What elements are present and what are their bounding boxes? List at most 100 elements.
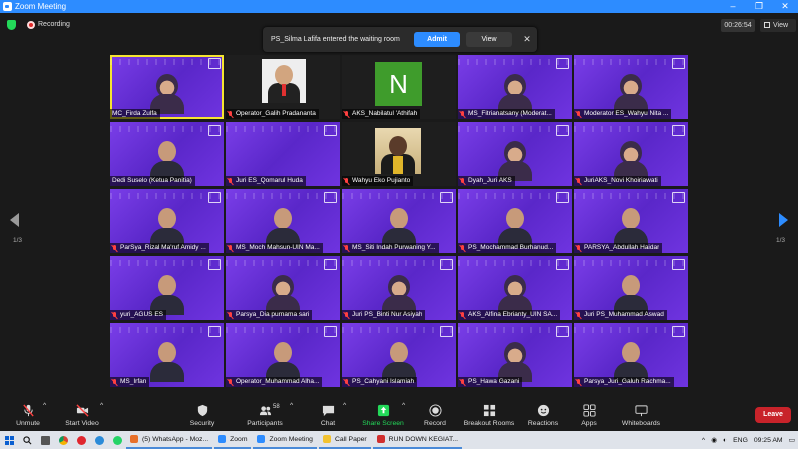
participant-tile[interactable]: PS_Cahyani Islamiah xyxy=(342,323,456,387)
participant-tile[interactable]: Parsya_Juri_Galuh Rachma... xyxy=(574,323,688,387)
edge-icon xyxy=(94,435,104,445)
reactions-button[interactable]: Reactions xyxy=(526,402,560,430)
participant-tile[interactable]: Dyah_Juri AKS xyxy=(458,122,572,186)
participant-tile[interactable]: PARSYA_Abdullah Haidar xyxy=(574,189,688,253)
participant-video-feed xyxy=(496,204,534,248)
avatar-initial: N xyxy=(375,62,422,106)
chat-options-caret[interactable]: ^ xyxy=(343,402,346,430)
start-video-button[interactable]: Start Video xyxy=(60,402,104,430)
chrome-taskbar-icon[interactable] xyxy=(54,431,72,449)
close-window-button[interactable]: ✕ xyxy=(772,0,798,13)
participant-name: JuriAKS_Novi Khoiriawati xyxy=(584,177,658,184)
security-button[interactable]: Security xyxy=(183,402,221,430)
record-button[interactable]: Record xyxy=(421,402,449,430)
minimize-button[interactable]: – xyxy=(720,0,746,13)
participant-tile[interactable]: Operator_Muhammad Alha... xyxy=(226,323,340,387)
taskbar-app-label: Zoom xyxy=(230,435,248,443)
view-button[interactable]: View xyxy=(760,19,796,32)
start-button[interactable] xyxy=(0,431,18,449)
close-notification-button[interactable]: ✕ xyxy=(522,34,532,45)
taskbar-app-button[interactable]: Zoom Meeting xyxy=(253,431,317,449)
leave-button[interactable]: Leave xyxy=(755,407,791,423)
task-view-button[interactable] xyxy=(36,431,54,449)
participant-tile[interactable]: Juri PS_Muhammad Aswad xyxy=(574,256,688,320)
whiteboards-button[interactable]: Whiteboards xyxy=(618,402,664,430)
participant-tile[interactable]: yuri_AGUS ES xyxy=(110,256,224,320)
participant-tile[interactable]: PS_Mochammad Burhanud... xyxy=(458,189,572,253)
muted-microphone-icon xyxy=(344,177,349,185)
taskbar-app-button[interactable]: RUN DOWN KEGIAT... xyxy=(372,431,463,449)
maximize-button[interactable]: ❐ xyxy=(746,0,772,13)
muted-microphone-icon xyxy=(460,311,465,319)
apps-button[interactable]: Apps xyxy=(576,402,602,430)
muted-microphone-icon xyxy=(228,311,233,319)
participant-tile[interactable]: N AKS_Nabilatul 'Athifah xyxy=(342,55,456,119)
breakout-rooms-button[interactable]: Breakout Rooms xyxy=(462,402,516,430)
volume-icon[interactable]: ◐ xyxy=(723,437,727,444)
participant-tile[interactable]: Operator_Galih Pradananta xyxy=(226,55,340,119)
start-video-label: Start Video xyxy=(65,420,99,427)
network-icon[interactable]: ◉ xyxy=(711,436,717,444)
participant-tile[interactable]: JuriAKS_Novi Khoiriawati xyxy=(574,122,688,186)
participant-tile[interactable]: Juri PS_Binti Nur Asiyah xyxy=(342,256,456,320)
participant-tile[interactable]: Juri ES_Qomarul Huda xyxy=(226,122,340,186)
muted-microphone-icon xyxy=(228,110,233,118)
participant-video-feed xyxy=(148,137,186,181)
app-icon xyxy=(257,435,266,443)
participant-tile[interactable]: Moderator ES_Wahyu Nita ... xyxy=(574,55,688,119)
participant-tile[interactable]: Dedi Suselo (Ketua Panitia) xyxy=(110,122,224,186)
view-button-label: View xyxy=(773,22,789,29)
share-options-caret[interactable]: ^ xyxy=(402,402,405,430)
previous-page-button[interactable] xyxy=(10,213,20,227)
participants-options-caret[interactable]: ^ xyxy=(290,402,293,430)
participants-button[interactable]: 58 Participants xyxy=(242,402,288,430)
audio-options-caret[interactable]: ^ xyxy=(43,402,46,430)
participant-name-tag: MS_Siti Indah Purwaning Y... xyxy=(342,243,439,253)
taskbar-app-button[interactable]: (5) WhatsApp - Moz... xyxy=(126,431,213,449)
participant-name-tag: Juri PS_Muhammad Aswad xyxy=(574,310,667,320)
video-off-icon xyxy=(75,403,89,417)
profile-photo xyxy=(375,128,421,174)
view-waiting-room-button[interactable]: View xyxy=(466,32,512,47)
edge-taskbar-icon[interactable] xyxy=(90,431,108,449)
notifications-icon[interactable]: ▭ xyxy=(789,436,795,444)
app-icon xyxy=(130,435,138,443)
participant-tile[interactable]: MS_Irfan xyxy=(110,323,224,387)
participant-tile[interactable]: MC_Firda Zulfa xyxy=(110,55,224,119)
participant-tile[interactable]: Wahyu Eko Pujianto xyxy=(342,122,456,186)
whiteboard-icon xyxy=(634,404,648,416)
language-indicator[interactable]: ENG xyxy=(733,437,748,444)
security-shield-icon[interactable] xyxy=(7,20,16,30)
unmute-label: Unmute xyxy=(16,420,40,427)
participant-tile[interactable]: MS_Moch Mahsun-UIN Ma... xyxy=(226,189,340,253)
participant-video-feed xyxy=(496,338,534,382)
next-page-button[interactable] xyxy=(778,213,788,227)
participant-video-feed xyxy=(612,338,650,382)
opera-taskbar-icon[interactable] xyxy=(72,431,90,449)
reactions-label: Reactions xyxy=(527,420,559,427)
participant-name: AKS_Alfina Ebrianty_UIN SA... xyxy=(468,311,558,318)
participant-video-feed xyxy=(264,338,302,382)
chat-button[interactable]: Chat xyxy=(315,402,341,430)
participant-tile[interactable]: MS_Fitrianatsany (Moderat... xyxy=(458,55,572,119)
search-taskbar-button[interactable] xyxy=(18,431,36,449)
taskbar-app-label: RUN DOWN KEGIAT... xyxy=(388,435,459,443)
admit-button[interactable]: Admit xyxy=(414,32,460,47)
participant-tile[interactable]: MS_Siti Indah Purwaning Y... xyxy=(342,189,456,253)
share-screen-button[interactable]: Share Screen xyxy=(362,402,404,430)
zoom-logo-icon xyxy=(3,2,12,11)
taskbar-app-button[interactable]: Call Paper xyxy=(318,431,371,449)
taskbar-clock[interactable]: 09:25 AM xyxy=(754,437,783,444)
participant-tile[interactable]: ParSya_Rizal Ma'ruf Amidy ... xyxy=(110,189,224,253)
tray-overflow-icon[interactable]: ^ xyxy=(702,437,705,444)
muted-microphone-icon xyxy=(22,403,34,417)
video-options-caret[interactable]: ^ xyxy=(100,402,103,430)
unmute-button[interactable]: Unmute xyxy=(8,402,48,430)
whatsapp-desktop-taskbar-icon[interactable] xyxy=(108,431,126,449)
taskbar-app-button[interactable]: Zoom xyxy=(214,431,252,449)
participant-video-feed xyxy=(612,70,650,114)
recording-label[interactable]: Recording xyxy=(38,21,70,28)
participant-tile[interactable]: PS_Hawa Gazani xyxy=(458,323,572,387)
participant-tile[interactable]: Parsya_Dia purnama sari xyxy=(226,256,340,320)
participant-tile[interactable]: AKS_Alfina Ebrianty_UIN SA... xyxy=(458,256,572,320)
